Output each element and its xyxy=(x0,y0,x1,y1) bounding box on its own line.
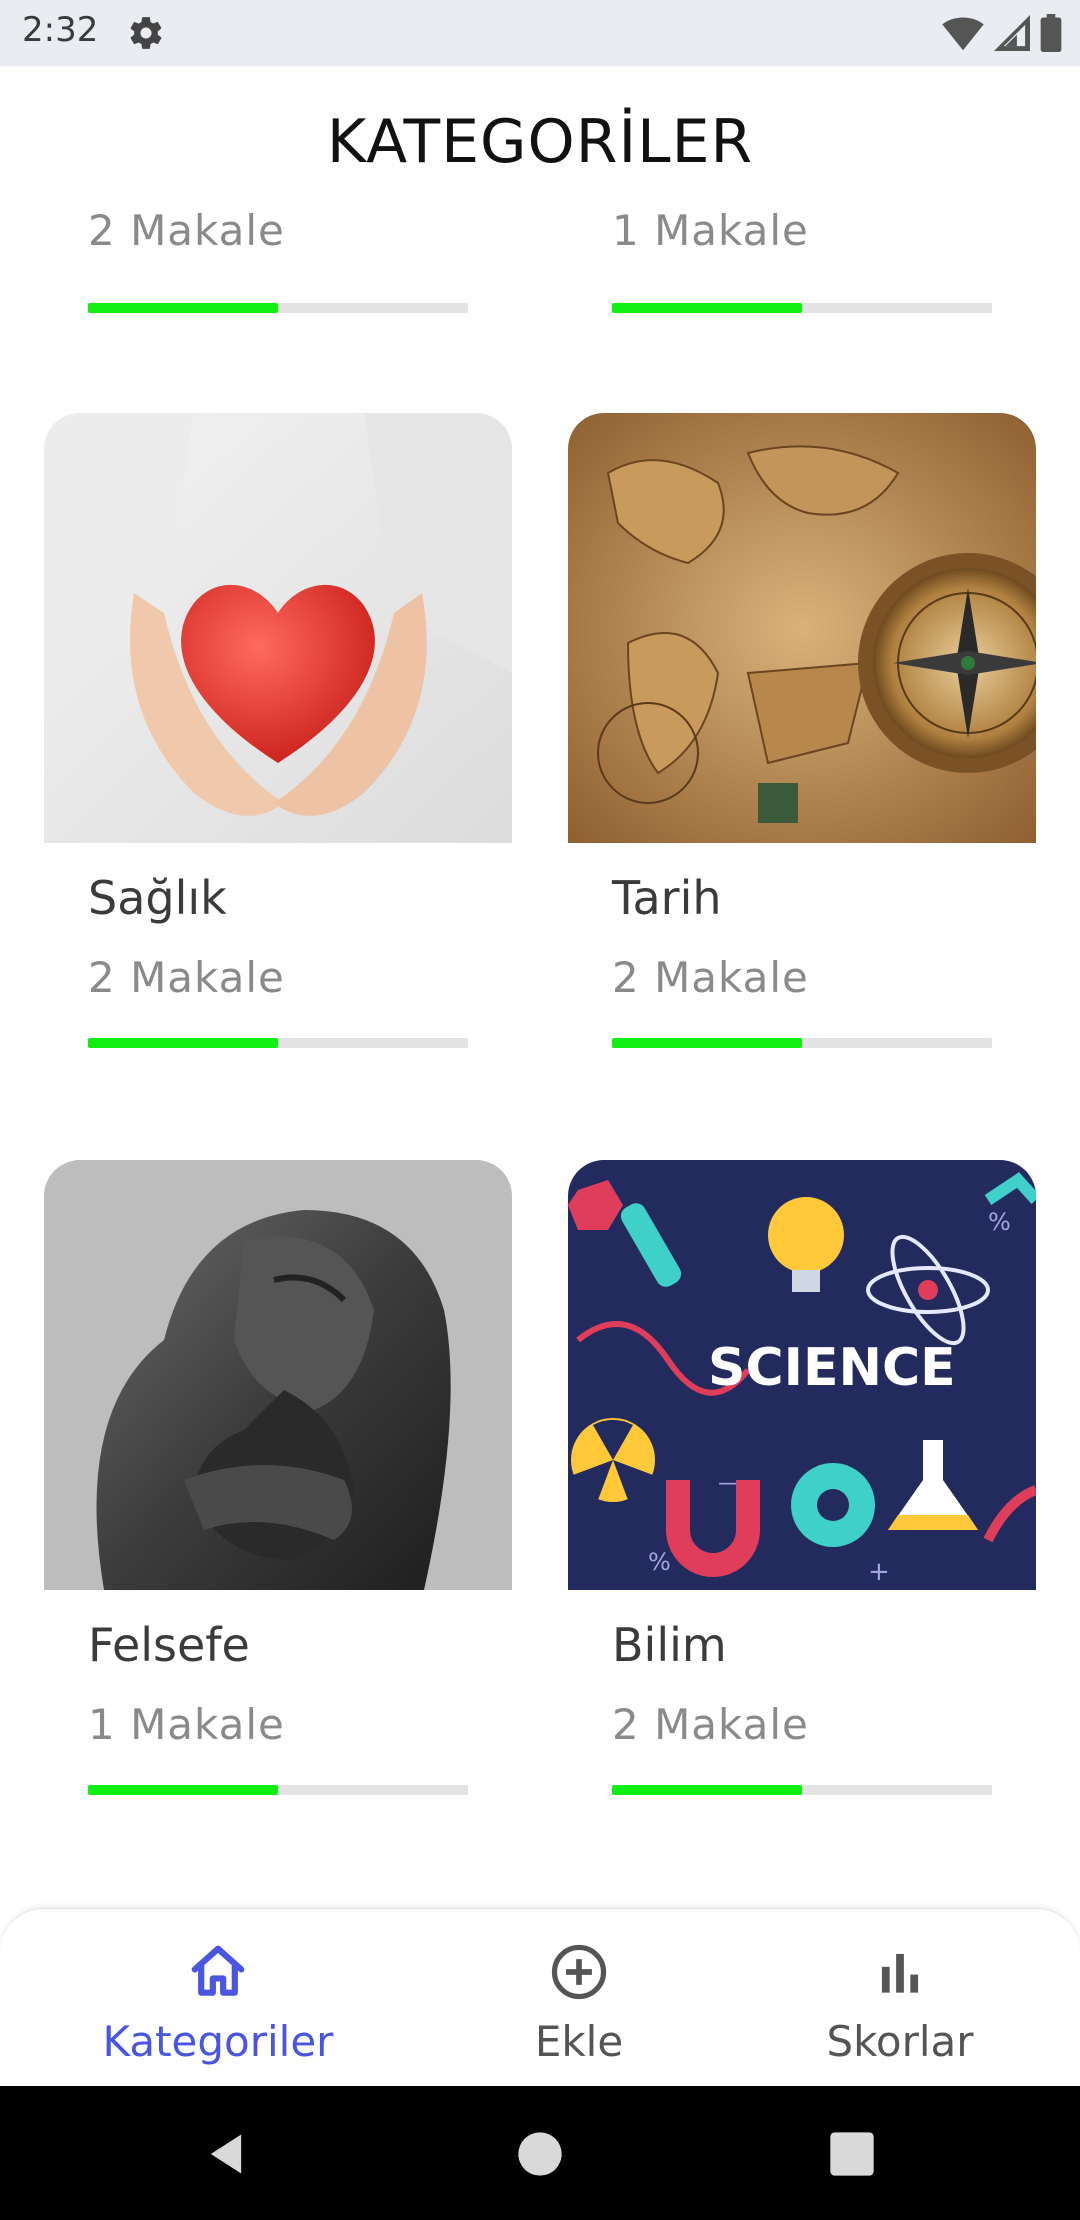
home-icon xyxy=(191,1945,245,1996)
category-count: 2 Makale xyxy=(612,1700,809,1749)
nav-item-kategoriler[interactable]: Kategoriler xyxy=(68,1927,368,2077)
progress-bar xyxy=(88,1038,468,1048)
science-image-label: SCIENCE xyxy=(708,1338,956,1398)
category-count: 2 Makale xyxy=(88,953,285,1002)
progress-bar xyxy=(612,1038,992,1048)
category-card-saglik[interactable]: Sağlık 2 Makale xyxy=(44,413,512,1048)
progress-fill xyxy=(612,303,802,313)
nav-item-ekle[interactable]: Ekle xyxy=(429,1927,729,2077)
svg-text:%: % xyxy=(988,1208,1011,1236)
category-count: 1 Makale xyxy=(612,206,809,255)
bottom-navigation: Kategoriler Ekle Skorlar xyxy=(0,1908,1080,2087)
nav-item-skorlar[interactable]: Skorlar xyxy=(750,1927,1050,2077)
heart-in-hands-image xyxy=(44,413,512,843)
progress-fill xyxy=(612,1038,802,1048)
battery-icon xyxy=(1040,14,1062,52)
progress-fill xyxy=(88,303,278,313)
category-count: 2 Makale xyxy=(88,206,285,255)
page-title: KATEGORİLER xyxy=(326,107,754,177)
category-title: Sağlık xyxy=(88,871,227,925)
category-title: Tarih xyxy=(612,871,722,925)
thinker-statue-image xyxy=(44,1160,512,1590)
category-card-bilim[interactable]: + % + % — SCIENCE xyxy=(568,1160,1036,1795)
nav-label: Kategoriler xyxy=(102,2017,334,2066)
add-circle-icon xyxy=(551,1944,607,2000)
nav-label: Skorlar xyxy=(826,2017,974,2066)
bar-chart-icon xyxy=(881,1953,919,1993)
science-illustration-image: + % + % — SCIENCE xyxy=(568,1160,1036,1590)
progress-fill xyxy=(88,1038,278,1048)
settings-gear-icon xyxy=(130,17,162,49)
category-grid[interactable]: 2 Makale 1 Makale Sağlık 2 Makale Tarih … xyxy=(0,206,1080,1908)
progress-fill xyxy=(612,1785,802,1795)
progress-bar xyxy=(88,303,468,313)
status-icons xyxy=(942,14,1062,52)
status-time: 2:32 xyxy=(22,10,99,50)
recents-square-icon[interactable] xyxy=(826,2128,878,2180)
category-card-tarih[interactable]: Tarih 2 Makale xyxy=(568,413,1036,1048)
old-map-compass-image xyxy=(568,413,1036,843)
category-title: Bilim xyxy=(612,1618,727,1672)
app-screen: 2:32 KATEGORİLER 2 Makale 1 Makale Sağlı… xyxy=(0,0,1080,2220)
header: KATEGORİLER xyxy=(0,66,1080,206)
home-circle-icon[interactable] xyxy=(514,2128,566,2180)
svg-text:%: % xyxy=(648,1548,671,1576)
category-title: Felsefe xyxy=(88,1618,250,1672)
progress-fill xyxy=(88,1785,278,1795)
progress-bar xyxy=(612,303,992,313)
system-navigation-bar xyxy=(0,2086,1080,2220)
category-count: 2 Makale xyxy=(612,953,809,1002)
status-bar: 2:32 xyxy=(0,0,1080,66)
svg-text:+: + xyxy=(868,1557,890,1587)
back-icon[interactable] xyxy=(200,2128,252,2180)
category-count: 1 Makale xyxy=(88,1700,285,1749)
signal-icon xyxy=(994,15,1030,51)
progress-bar xyxy=(612,1785,992,1795)
category-card-felsefe[interactable]: Felsefe 1 Makale xyxy=(44,1160,512,1795)
nav-label: Ekle xyxy=(534,2017,624,2066)
progress-bar xyxy=(88,1785,468,1795)
wifi-icon xyxy=(942,17,984,51)
